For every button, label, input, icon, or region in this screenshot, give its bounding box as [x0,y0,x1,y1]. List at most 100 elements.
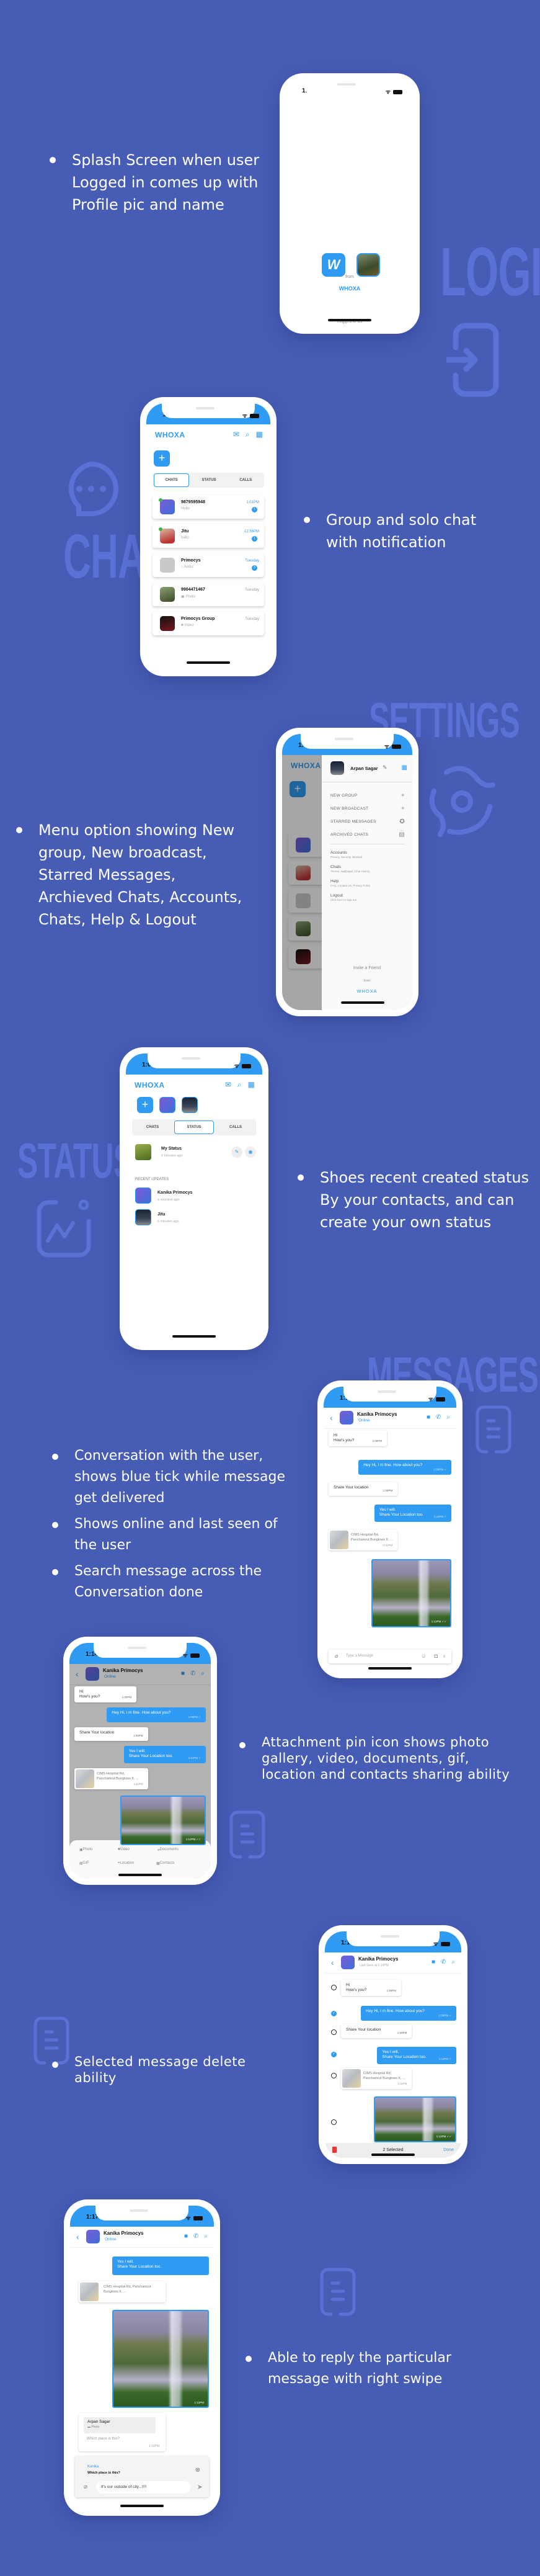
select-checkbox[interactable] [331,2073,337,2078]
video-call-icon[interactable]: ■ [184,2233,188,2240]
phone-icon[interactable]: ✆ [441,1959,446,1966]
image-message[interactable]: 1:12PM ✓✓ [120,1796,206,1845]
search-icon[interactable]: ⌕ [204,2233,208,2240]
menu-archived-chats[interactable]: ARCHIVED CHATS ▤ [330,831,405,838]
tab-calls[interactable]: CALLS [229,474,263,486]
phone-icon[interactable]: ✆ [193,2233,198,2240]
chat-list-item[interactable]: Primocys Group ■ Video Tuesday [153,612,264,635]
send-icon[interactable]: ➤ [197,2483,203,2491]
message-bubble-out[interactable]: Yes I will. Share Your Location too. 1:11… [123,1746,206,1763]
recent-name[interactable]: Kanika Primocys [157,1191,192,1195]
back-icon[interactable]: ‹ [76,2232,79,2242]
new-message-icon[interactable]: ✉ [233,430,239,439]
message-bubble-out[interactable]: Hey Hi, I m fine. How about you? 1:09PM ✓ [358,1460,451,1475]
message-bubble-in[interactable]: Share Your location 1:09PM [341,2024,412,2038]
select-checkbox[interactable]: ✓ [331,2011,337,2016]
message-bubble-out[interactable]: Hey Hi, I m fine. How about you? 1:09PM ✓ [361,2006,456,2021]
grid-menu-icon[interactable]: ▦ [248,1080,255,1089]
done-button[interactable]: Done [443,2148,454,2152]
invite-friend-link[interactable]: Invite a Friend [322,966,412,970]
message-input[interactable]: It's our outside of city...!!!! [96,2481,190,2493]
location-message[interactable]: CIMS Hospital Rd, Panchamrut Bunglows II… [74,1768,148,1789]
message-input[interactable]: Type a Message [346,1654,373,1658]
video-call-icon[interactable]: ■ [432,1959,435,1966]
image-message[interactable]: 1:12PM [112,2310,209,2408]
new-message-icon[interactable]: ✉ [225,1080,231,1089]
chat-list-item[interactable]: 9904471467 ▣ Photo Tuesday [153,583,264,606]
search-icon[interactable]: ⌕ [246,430,250,439]
settings-logout[interactable]: Logout Click here to sign out [330,893,356,901]
tab-chats[interactable]: CHATS [133,1121,172,1134]
message-bubble-in[interactable]: Share Your location 1:09PM [74,1727,148,1741]
location-message[interactable]: CIMS Hospital Rd, Panchamrut Bunglows II… [79,2281,166,2302]
grid-icon[interactable]: ▦ [402,764,407,771]
location-message[interactable]: CIMS Hospital Rd, Panchamrut Bunglows II… [329,1529,398,1550]
search-icon[interactable]: ⌕ [451,1959,455,1966]
tab-status[interactable]: STATUS [174,1120,214,1134]
edit-status-button[interactable]: ✎ [231,1147,242,1158]
status-thumb[interactable] [135,1187,151,1204]
cancel-reply-icon[interactable]: ⊗ [195,2467,200,2474]
settings-help[interactable]: Help FAQ, Contact Us, Privacy Policy [330,879,370,887]
attach-icon[interactable]: ⌀ [84,2484,87,2490]
message-bubble-in[interactable]: Hi How's you? 1:09PM [74,1686,137,1702]
view-status-button[interactable]: ◉ [245,1147,256,1158]
menu-new-broadcast[interactable]: NEW BROADCAST + [330,805,405,812]
contact-name[interactable]: Kanika Primocys [358,1956,398,1962]
video-call-icon[interactable]: ■ [427,1414,430,1421]
select-checkbox[interactable] [331,1985,337,1990]
add-status-button[interactable]: + [137,1097,153,1113]
message-bubble-in[interactable]: Hi How's you? 1:09PM [329,1430,387,1446]
message-bubble-out[interactable]: Yes I will. Share Your Location too. 1:11… [377,2047,456,2064]
back-icon[interactable]: ‹ [331,1957,334,1967]
image-message[interactable]: 1:12PM ✓✓ [371,1559,451,1627]
status-thumb[interactable] [159,1097,175,1113]
menu-new-group[interactable]: NEW GROUP + [330,792,405,799]
camera-icon[interactable]: ◘ [435,1653,438,1659]
attach-gif[interactable]: ▤ GIF [79,1861,89,1866]
phone-icon[interactable]: ✆ [436,1414,441,1421]
menu-starred-messages[interactable]: STARRED MESSAGES ✪ [330,818,405,825]
message-bubble-in[interactable]: Share Your location 1:09PM [329,1482,398,1496]
tab-status[interactable]: STATUS [192,474,226,486]
contact-avatar[interactable] [340,1411,353,1424]
tab-calls[interactable]: CALLS [216,1121,255,1134]
message-bubble-out[interactable]: Hey Hi, I m fine. How about you? 1:09PM ✓ [107,1707,206,1722]
quoted-message[interactable]: Arpan Sagar ▬ Photo [84,2417,156,2433]
search-icon[interactable]: ⌕ [446,1414,450,1421]
location-message[interactable]: CIMS Hospital Rd, Panchamrut Bunglows II… [341,2068,412,2089]
tab-chats[interactable]: CHATS [154,473,190,487]
status-thumb[interactable] [182,1097,198,1113]
chat-list-item[interactable]: 9879595948 Hello 1:01PM 1 [153,495,264,519]
contact-name[interactable]: Kanika Primocys [357,1411,397,1417]
select-checkbox[interactable]: ✓ [331,2052,337,2057]
search-icon[interactable]: ⌕ [237,1080,242,1089]
add-status-button[interactable]: + [154,450,170,467]
settings-chats[interactable]: Chats Theme, Wallpaper, Chat History [330,865,370,873]
recent-name[interactable]: Jitu [157,1212,165,1217]
chat-list-item[interactable]: Primocys ♪ Audio Tuesday 3 [153,553,264,577]
my-status-thumb[interactable] [135,1144,151,1160]
emoji-icon[interactable]: ☺ [421,1653,427,1659]
attach-contacts[interactable]: ▦ Contacts [156,1861,174,1866]
contact-avatar[interactable] [86,2230,100,2243]
message-bubble-in[interactable]: Hi How's you? 1:09PM [341,1980,401,1996]
mic-icon[interactable]: ♁ [442,1653,446,1659]
attach-location[interactable]: ⌖ Location [118,1861,134,1866]
grid-menu-icon[interactable]: ▦ [256,430,263,439]
attach-icon[interactable]: ⌀ [335,1653,338,1660]
message-bubble-out[interactable]: Yes I will. Share Your Location too. 1:11… [374,1505,451,1522]
reply-message[interactable]: Arpan Sagar ▬ Photo Which place is this?… [79,2413,166,2451]
chat-list-item[interactable]: Jitu hello 12:56PM 1 [153,524,264,548]
attach-documents[interactable]: ⌀ Documents [157,1848,179,1852]
contact-name[interactable]: Kanika Primocys [104,2230,143,2236]
attach-photo[interactable]: ▣ Photo [79,1848,92,1852]
contact-avatar[interactable] [341,1956,355,1969]
message-bubble-out[interactable]: Yes I will. Share Your Location too. [112,2256,209,2275]
status-thumb[interactable] [135,1209,151,1225]
edit-icon[interactable]: ✎ [383,764,387,771]
select-checkbox[interactable] [331,2119,337,2125]
select-checkbox[interactable] [331,2029,337,2035]
settings-accounts[interactable]: Accounts Privacy, Security, Blocked [330,851,362,859]
image-message[interactable]: 1:12PM ✓✓ [374,2096,456,2142]
